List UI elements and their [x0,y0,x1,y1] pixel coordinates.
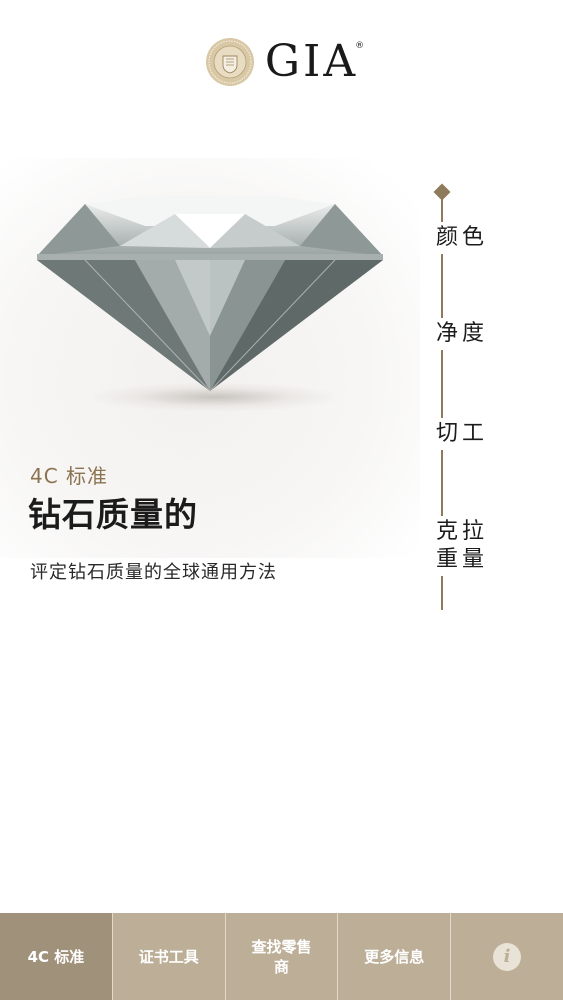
logo-wordmark: GIA ® [264,36,368,87]
app-screen: GIA ® 4C 标准 钻石质量的 评定钻石质量的全球通用方法 颜色 净度 切工… [0,0,563,1000]
bottom-navigation: 4C 标准 证书工具 查找零售商 更多信息 i [0,913,563,1000]
tab-find-retailer[interactable]: 查找零售商 [225,913,339,1000]
registered-mark: ® [355,41,368,51]
page-title: 钻石质量的 [28,495,198,534]
page-subtitle: 评定钻石质量的全球通用方法 [30,562,277,583]
gia-seal-icon [205,38,254,86]
tab-report-check[interactable]: 证书工具 [112,913,226,1000]
diamond-shadow [95,383,335,411]
rail-item-cut[interactable]: 切工 [436,418,489,450]
info-icon: i [493,942,522,971]
tab-info[interactable]: i [451,913,563,1000]
rail-item-label-line1: 克拉 [436,519,489,544]
app-header: GIA ® [0,0,563,128]
tab-more-info[interactable]: 更多信息 [338,913,452,1000]
rail-item-label-line2: 重量 [436,547,489,572]
rail-item-color[interactable]: 颜色 [436,222,489,254]
tab-4c[interactable]: 4C 标准 [0,913,113,1000]
section-label: 4C 标准 [30,464,109,488]
diamond-image [37,196,383,392]
rail-item-clarity[interactable]: 净度 [436,318,489,350]
gia-logo[interactable]: GIA ® [205,36,368,87]
main-content: 4C 标准 钻石质量的 评定钻石质量的全球通用方法 颜色 净度 切工 克拉 重量 [0,128,563,913]
rail-marker-icon [433,183,451,201]
rail-item-carat-weight[interactable]: 克拉 重量 [436,516,489,576]
